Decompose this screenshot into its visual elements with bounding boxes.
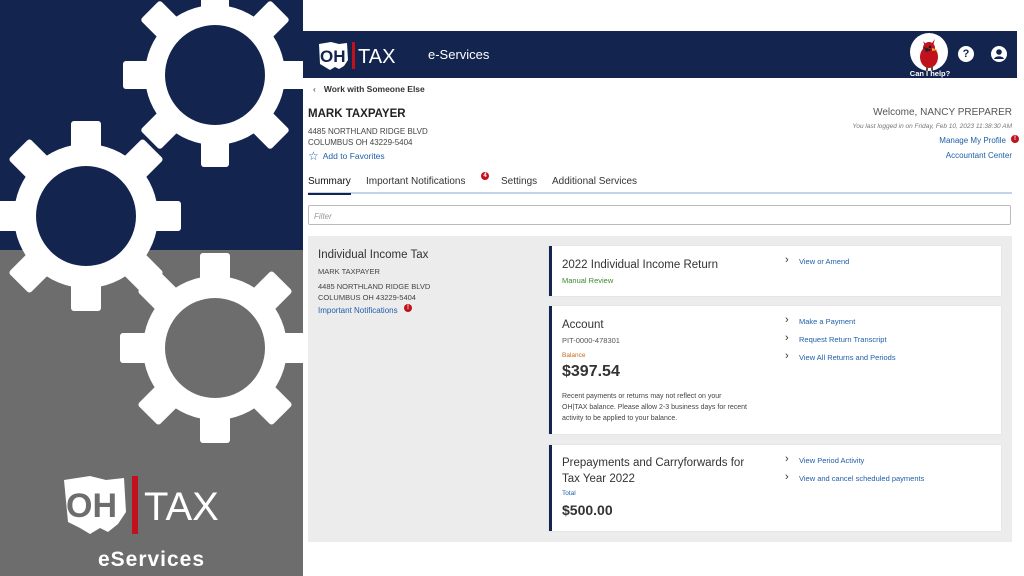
ohtax-home-logo[interactable]: OH TAX [317, 40, 401, 70]
gear-icon [120, 253, 303, 443]
prepayments-title-line1: Prepayments and Carryforwards for [562, 457, 745, 469]
important-notifications-link[interactable]: Important Notifications [318, 306, 398, 315]
notification-count-badge: 4 [481, 172, 489, 180]
account-links: Make a Payment Request Return Transcript… [785, 314, 896, 371]
cardinal-help-icon[interactable] [910, 33, 948, 71]
return-title: 2022 Individual Income Return [562, 259, 718, 271]
account-address-line2: COLUMBUS OH 43229-5404 [318, 293, 416, 302]
account-card: Account PIT-0000-478301 Balance $397.54 … [549, 306, 1001, 434]
logo-text-oh: OH [66, 487, 117, 525]
tab-settings[interactable]: Settings [501, 176, 537, 193]
balance-note-line3: activity to be applied to your balance. [562, 415, 678, 422]
filter-input[interactable]: Filter [308, 205, 1011, 225]
notification-alert-badge: ! [404, 304, 412, 312]
return-status: Manual Review [562, 276, 614, 285]
tab-important-notifications[interactable]: Important Notifications [366, 176, 466, 193]
view-scheduled-payments-link[interactable]: View and cancel scheduled payments [785, 471, 924, 483]
accounts-panel: Individual Income Tax MARK TAXPAYER 4485… [308, 236, 1012, 542]
balance-note-line2: OH|TAX balance. Please allow 2-3 busines… [562, 404, 747, 411]
profile-alert-badge: ! [1011, 135, 1019, 143]
tax-type-title: Individual Income Tax [318, 249, 429, 261]
last-login-text: You last logged in on Friday, Feb 10, 20… [852, 123, 1012, 130]
request-return-transcript-link[interactable]: Request Return Transcript [785, 332, 896, 344]
tab-summary[interactable]: Summary [308, 176, 351, 195]
star-icon: ☆ [308, 149, 319, 163]
brand-panel: OH TAX eServices [0, 0, 303, 576]
view-all-returns-link[interactable]: View All Returns and Periods [785, 350, 896, 362]
question-icon[interactable]: ? [958, 46, 974, 62]
return-links: View or Amend [785, 254, 849, 275]
account-holder-name: MARK TAXPAYER [318, 267, 380, 276]
brand-caption: eServices [97, 548, 206, 571]
add-to-favorites-link[interactable]: ☆ Add to Favorites [308, 149, 385, 163]
taxpayer-name: MARK TAXPAYER [308, 108, 406, 120]
total-amount: $500.00 [562, 502, 613, 518]
ohtax-logo: OH TAX [64, 476, 219, 534]
total-label: Total [562, 490, 576, 497]
favorites-label: Add to Favorites [322, 151, 385, 161]
gear-icon [123, 0, 303, 167]
top-navbar: OH TAX e-Services Can I help? ? [303, 31, 1017, 78]
logo-text-tax: TAX [144, 485, 219, 529]
user-icon[interactable] [991, 46, 1007, 62]
balance-note-line1: Recent payments or returns may not refle… [562, 393, 722, 400]
account-title: Account [562, 319, 604, 331]
back-link-label: Work with Someone Else [323, 84, 425, 94]
chevron-left-icon: ‹ [313, 84, 316, 94]
app-name: e-Services [428, 47, 490, 62]
tab-bar: Summary Important Notifications 4 Settin… [308, 172, 1012, 195]
screen: OH TAX eServices OH TAX e-Services Can I… [0, 0, 1024, 576]
taxpayer-address-line1: 4485 NORTHLAND RIDGE BLVD [308, 127, 428, 136]
view-or-amend-link[interactable]: View or Amend [785, 254, 849, 266]
tab-additional-services[interactable]: Additional Services [552, 176, 637, 193]
view-period-activity-link[interactable]: View Period Activity [785, 453, 924, 465]
taxpayer-address-line2: COLUMBUS OH 43229-5404 [308, 138, 413, 147]
account-number: PIT-0000-478301 [562, 336, 620, 345]
logo-text-oh: OH [320, 47, 346, 66]
balance-amount: $397.54 [562, 363, 620, 380]
help-caption[interactable]: Can I help? [903, 69, 957, 78]
eservices-app: OH TAX e-Services Can I help? ? ‹ Work w… [303, 0, 1024, 576]
work-with-someone-else-link[interactable]: ‹ Work with Someone Else [313, 84, 425, 94]
prepayments-links: View Period Activity View and cancel sch… [785, 453, 924, 492]
manage-profile-link[interactable]: Manage My Profile [939, 136, 1006, 145]
logo-text-tax: TAX [358, 46, 395, 68]
return-card: 2022 Individual Income Return Manual Rev… [549, 246, 1001, 296]
account-address-line1: 4485 NORTHLAND RIDGE BLVD [318, 282, 431, 291]
welcome-text: Welcome, NANCY PREPARER [873, 107, 1012, 118]
make-a-payment-link[interactable]: Make a Payment [785, 314, 896, 326]
accountant-center-link[interactable]: Accountant Center [946, 151, 1012, 160]
prepayments-title-line2: Tax Year 2022 [562, 473, 635, 485]
balance-label: Balance [562, 352, 586, 359]
prepayments-card: Prepayments and Carryforwards for Tax Ye… [549, 445, 1001, 531]
